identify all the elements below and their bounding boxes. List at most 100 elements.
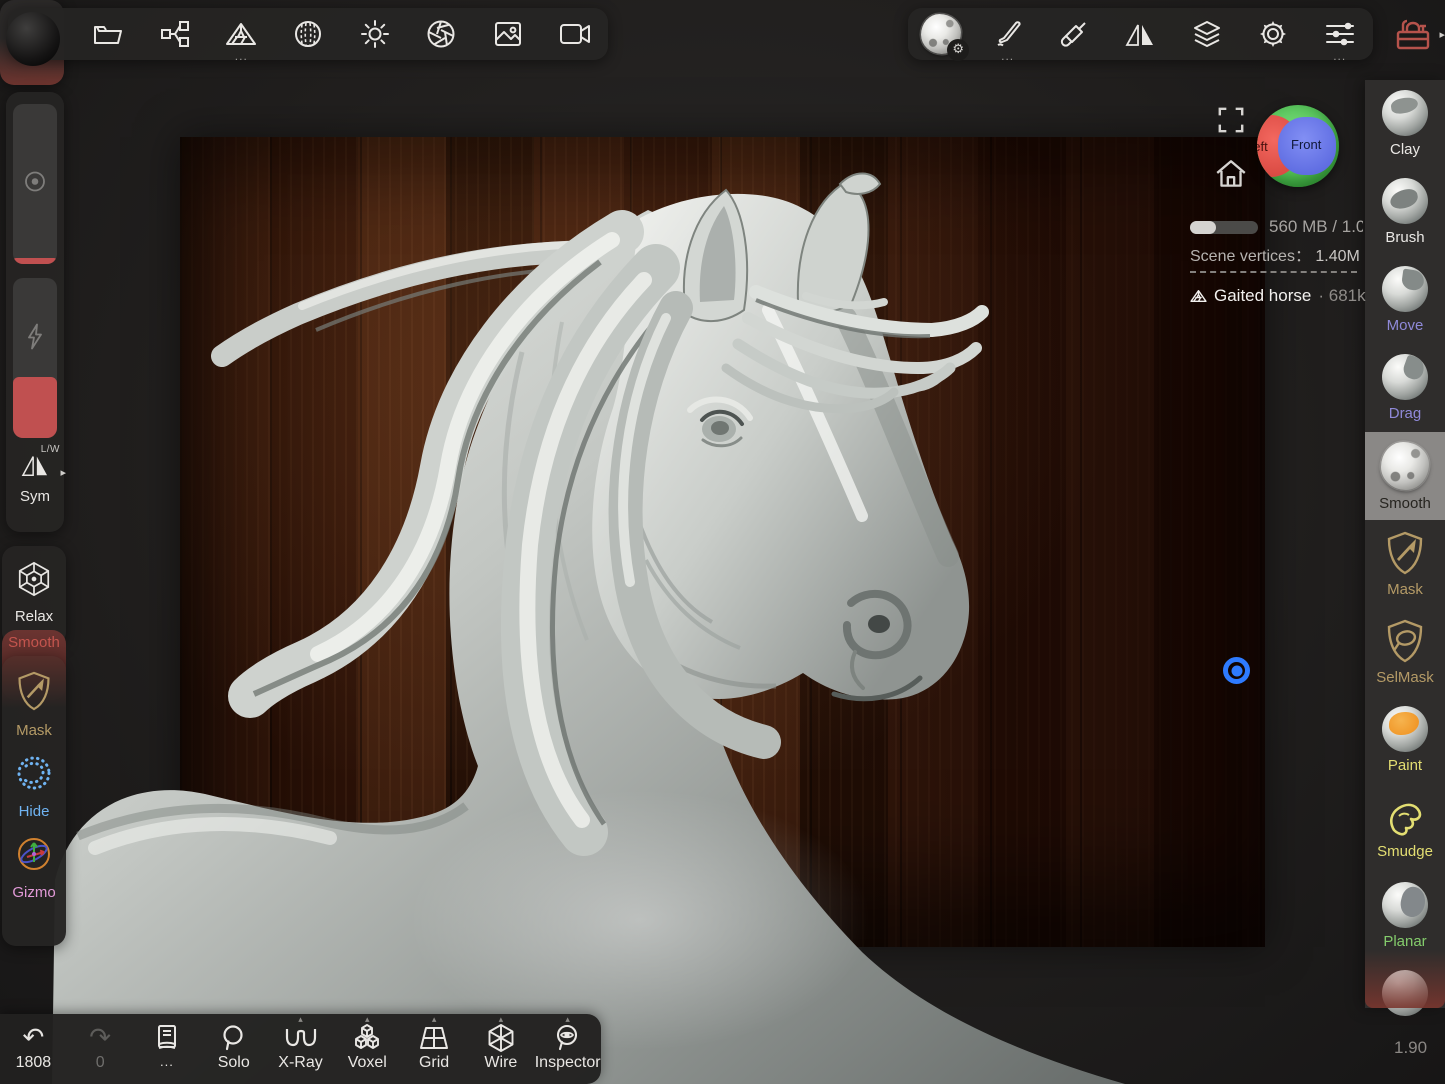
- tool-paint[interactable]: Paint: [1365, 696, 1445, 784]
- tool-label: SelMask: [1376, 669, 1434, 686]
- paintbrush-icon[interactable]: [1042, 8, 1106, 60]
- radius-icon: [23, 170, 47, 199]
- drag-sphere-icon: [1382, 354, 1428, 400]
- history-button[interactable]: ...: [134, 1014, 201, 1084]
- relax-web-icon: [15, 560, 53, 598]
- paint-sphere-icon: [1382, 706, 1428, 752]
- tool-move[interactable]: Move: [1365, 256, 1445, 344]
- tool-brush[interactable]: Brush: [1365, 168, 1445, 256]
- tool-drag[interactable]: Drag: [1365, 344, 1445, 432]
- mask-button[interactable]: Mask: [2, 670, 66, 739]
- active-tool-preview[interactable]: ⚙: [909, 8, 973, 60]
- layers-icon[interactable]: [1175, 8, 1239, 60]
- xray-label: X-Ray: [278, 1054, 322, 1072]
- brush-cursor-indicator: [1223, 657, 1250, 684]
- materials-icon[interactable]: ...: [209, 8, 273, 60]
- sliders-icon[interactable]: ...: [1308, 8, 1372, 60]
- home-icon: [1213, 158, 1249, 190]
- sym-expand-arrow[interactable]: ▸: [60, 466, 66, 479]
- gizmo-label: Gizmo: [2, 884, 66, 901]
- radius-slider[interactable]: [13, 104, 57, 264]
- undo-icon: ↶: [22, 1025, 44, 1051]
- voxel-caret: ▴: [365, 1014, 370, 1025]
- material-expand-arrow[interactable]: ▸: [1439, 28, 1445, 41]
- bottom-toolbar: ↶ 1808 ↷ 0 ... ▴ Solo ▴: [0, 1014, 601, 1084]
- toolbox-icon[interactable]: [1391, 12, 1435, 56]
- redo-icon: ↷: [89, 1025, 111, 1051]
- smudge-finger-icon: [1384, 794, 1426, 838]
- pen-stroke-icon[interactable]: ...: [976, 8, 1040, 60]
- symmetry-toggle[interactable]: L/W ▸ Sym: [6, 452, 64, 505]
- memory-bar: [1190, 221, 1258, 234]
- redo-button[interactable]: ↷ 0: [67, 1014, 134, 1084]
- mask-label: Mask: [2, 722, 66, 739]
- grid-label: Grid: [419, 1054, 449, 1072]
- tool-label: Move: [1387, 317, 1424, 334]
- solo-button[interactable]: ▴ Solo: [200, 1014, 267, 1084]
- radius-fill: [13, 258, 57, 264]
- wire-caret: ▴: [499, 1014, 504, 1025]
- tool-planar[interactable]: Planar: [1365, 872, 1445, 960]
- folder-icon[interactable]: [76, 8, 140, 60]
- tool-clay[interactable]: Clay: [1365, 80, 1445, 168]
- expand-icon: [1217, 106, 1245, 134]
- lighting-icon[interactable]: [343, 8, 407, 60]
- tool-label: Clay: [1390, 141, 1420, 158]
- nav-front-face[interactable]: Front: [1278, 117, 1336, 175]
- grid-button[interactable]: ▴ Grid: [401, 1014, 468, 1084]
- orientation-nav-ball[interactable]: Left Front: [1257, 105, 1339, 187]
- intensity-fill: [13, 377, 57, 438]
- tool-next-partial[interactable]: [1365, 960, 1445, 1048]
- partial-sphere-icon: [1382, 970, 1428, 1016]
- symmetry-icon[interactable]: [1108, 8, 1172, 60]
- scene-graph-icon[interactable]: [143, 8, 207, 60]
- camera-icon[interactable]: [543, 8, 607, 60]
- inspector-caret: ▴: [565, 1014, 570, 1025]
- intensity-slider[interactable]: [13, 278, 57, 438]
- matcap-icon[interactable]: [276, 8, 340, 60]
- zoom-level-indicator: 1.90: [1394, 1038, 1427, 1058]
- tool-selmask[interactable]: SelMask: [1365, 608, 1445, 696]
- gear-badge-icon: ⚙: [947, 39, 969, 61]
- grid-icon: [419, 1025, 449, 1051]
- sym-corner-label: L/W: [41, 444, 60, 455]
- hide-label: Hide: [2, 803, 66, 820]
- grid-caret: ▴: [432, 1014, 437, 1025]
- tool-label: Drag: [1389, 405, 1422, 422]
- hide-button[interactable]: Hide: [2, 753, 66, 820]
- voxel-button[interactable]: ▴ Voxel: [334, 1014, 401, 1084]
- wireframe-icon: [486, 1023, 516, 1053]
- tool-smudge[interactable]: Smudge: [1365, 784, 1445, 872]
- material-sphere[interactable]: [6, 12, 60, 66]
- gizmo-button[interactable]: Gizmo: [2, 834, 66, 901]
- xray-button[interactable]: ▴ X-Ray: [267, 1014, 334, 1084]
- planar-sphere-icon: [1382, 882, 1428, 928]
- hide-dotted-icon: [14, 753, 54, 793]
- background-image-icon[interactable]: [476, 8, 540, 60]
- settings-gear-icon[interactable]: [1241, 8, 1305, 60]
- active-object-row[interactable]: Gaited horse · 681k: [1190, 286, 1366, 306]
- tool-label: Planar: [1383, 933, 1426, 950]
- wire-button[interactable]: ▴ Wire: [467, 1014, 534, 1084]
- history-more: ...: [160, 1054, 174, 1069]
- undo-count: 1808: [16, 1054, 52, 1072]
- tool-label: Smudge: [1377, 843, 1433, 860]
- fullscreen-button[interactable]: [1217, 106, 1245, 139]
- sym-label: Sym: [6, 488, 64, 505]
- inspector-eye-icon: [554, 1024, 582, 1052]
- inspector-button[interactable]: ▴ Inspector: [534, 1014, 601, 1084]
- tool-mask[interactable]: Mask: [1365, 520, 1445, 608]
- brush-settings-panel: L/W ▸ Sym: [6, 92, 64, 532]
- memory-bar-fill: [1190, 221, 1216, 234]
- tool-label: Brush: [1385, 229, 1424, 246]
- postprocess-icon[interactable]: [409, 8, 473, 60]
- sculpt-app: ...: [0, 0, 1445, 1084]
- tool-label: Paint: [1388, 757, 1422, 774]
- home-view-button[interactable]: [1213, 158, 1249, 195]
- xray-caret: ▴: [298, 1014, 303, 1025]
- mask-shield-icon: [1384, 530, 1426, 576]
- tool-smooth[interactable]: Smooth: [1365, 432, 1445, 520]
- undo-button[interactable]: ↶ 1808: [0, 1014, 67, 1084]
- object-vertex-count: 681k: [1329, 286, 1366, 305]
- hidden-smooth-label: Smooth: [8, 634, 60, 651]
